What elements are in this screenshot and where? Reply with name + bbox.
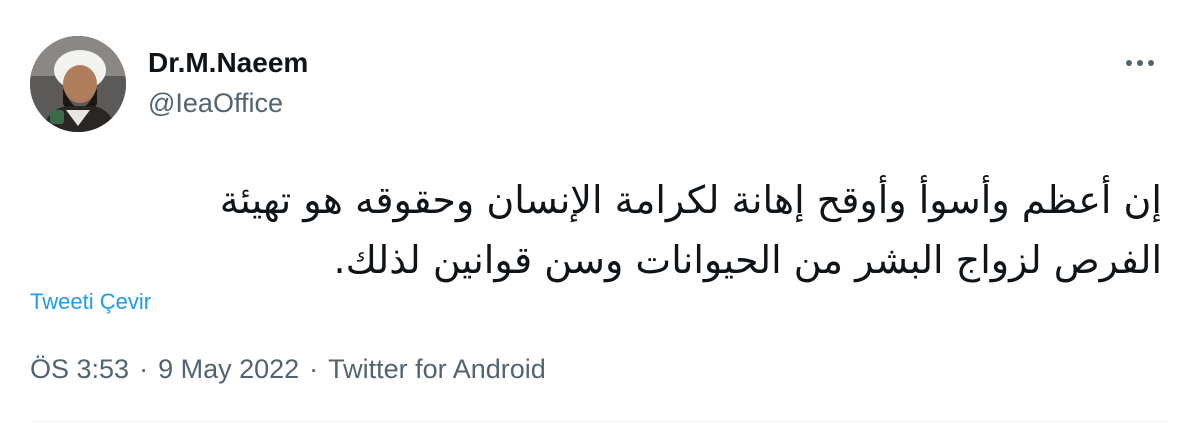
user-handle[interactable]: @IeaOffice bbox=[148, 86, 283, 120]
display-name[interactable]: Dr.M.Naeem bbox=[148, 46, 308, 80]
meta-separator: · bbox=[139, 354, 149, 384]
more-horizontal-icon bbox=[1126, 60, 1154, 66]
avatar[interactable] bbox=[30, 36, 126, 132]
meta-separator: · bbox=[309, 354, 319, 384]
more-options-button[interactable] bbox=[1118, 50, 1162, 76]
tweet-date[interactable]: 9 May 2022 bbox=[158, 354, 299, 384]
tweet-text-line: الفرص لزواج البشر من الحيوانات وسن قواني… bbox=[333, 238, 1162, 282]
tweet-time[interactable]: ÖS 3:53 bbox=[30, 354, 129, 384]
translate-tweet-link[interactable]: Tweeti Çevir bbox=[30, 288, 151, 316]
tweet-source[interactable]: Twitter for Android bbox=[328, 354, 546, 384]
tweet-card: Dr.M.Naeem @IeaOffice إن أعظم وأسوأ وأوق… bbox=[0, 0, 1198, 430]
tweet-text: إن أعظم وأسوأ وأوقح إهانة لكرامة الإنسان… bbox=[30, 170, 1162, 290]
tweet-metadata: ÖS 3:53 · 9 May 2022 · Twitter for Android bbox=[30, 352, 546, 386]
profile-photo-icon bbox=[30, 36, 126, 132]
divider bbox=[30, 421, 1168, 422]
tweet-text-line: إن أعظم وأسوأ وأوقح إهانة لكرامة الإنسان… bbox=[219, 178, 1162, 222]
